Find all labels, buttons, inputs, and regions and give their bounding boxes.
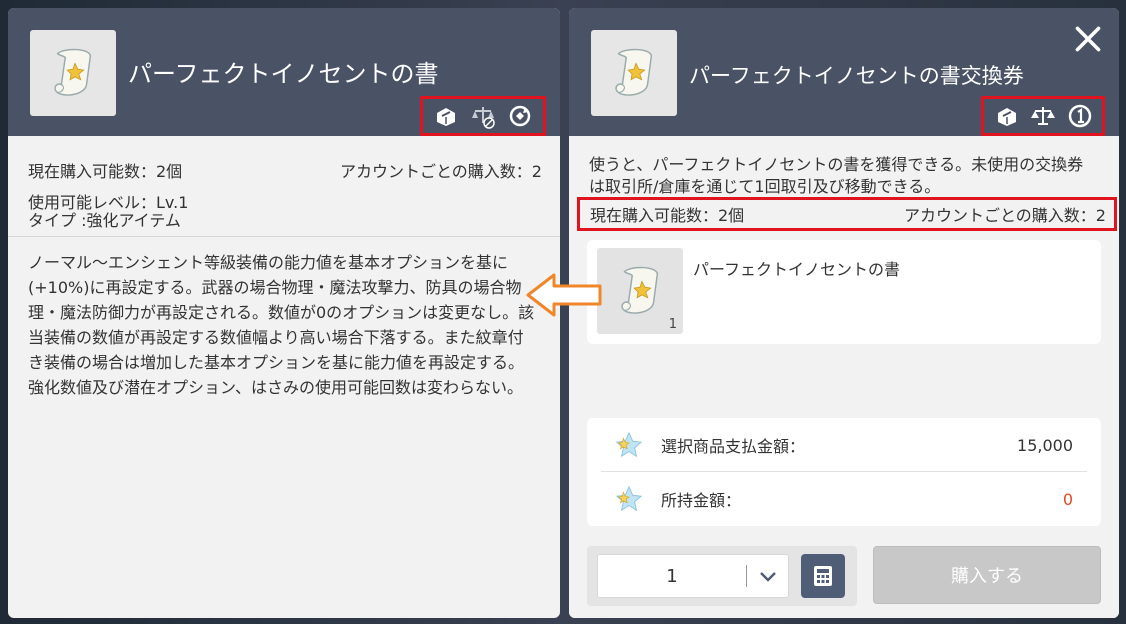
item-title: パーフェクトイノセントの書 [128, 60, 439, 88]
tooltip-header: パーフェクトイノセントの書 [8, 8, 560, 136]
exchange-icon [432, 102, 460, 130]
price-summary: 選択商品支払金額： 15,000 所持金額： 0 [587, 418, 1101, 526]
calculator-button[interactable] [801, 554, 845, 598]
quantity-dropdown[interactable] [747, 566, 788, 586]
buy-button[interactable]: 購入する [873, 546, 1101, 604]
purchasable-count: 現在購入可能数：2個 [28, 162, 183, 181]
item-description: ノーマル～エンシェント等級装備の能力値を基本オプションを基に(+10%)に再設定… [28, 253, 535, 397]
item-title: パーフェクトイノセントの書交換券 [689, 64, 1024, 88]
scroll-icon [621, 266, 659, 314]
close-button[interactable] [1071, 22, 1105, 56]
star-currency-icon [615, 430, 645, 460]
purchase-header: パーフェクトイノセントの書交換券 [569, 8, 1119, 136]
owned-money-row: 所持金額： 0 [587, 472, 1101, 526]
selected-price-row: 選択商品支払金額： 15,000 [587, 418, 1101, 472]
shop-purchase-panel: パーフェクトイノセントの書交換券 使うと、パーフェクトイノセントの書を獲得できる… [569, 8, 1119, 618]
chevron-down-icon [759, 572, 776, 582]
exchange-icon [993, 102, 1021, 130]
selected-price-label: 選択商品支払金額： [661, 437, 806, 456]
annotation-arrow [526, 273, 602, 317]
purchase-limit-row: 現在購入可能数：2個 アカウントごとの購入数：2 [577, 197, 1117, 231]
reward-item-icon[interactable]: 1 [597, 248, 683, 334]
quantity-control: 1 [587, 546, 857, 606]
item-meta: 使用可能レベル：Lv.1 タイプ :強化アイテム [28, 194, 188, 230]
item-tooltip-panel: パーフェクトイノセントの書 現在購入可能数：2個 アカウントごとの購入数：2 使… [8, 8, 560, 618]
owned-money-value: 0 [1062, 489, 1073, 509]
item-type: タイプ :強化アイテム [28, 211, 181, 230]
item-icon [591, 30, 677, 116]
item-description: 使うと、パーフェクトイノセントの書を獲得できる。未使用の交換券は取引所/倉庫を通… [589, 155, 1084, 196]
account-purchase-count: アカウントごとの購入数：2 [339, 162, 542, 181]
quantity-select[interactable]: 1 [597, 554, 789, 598]
item-flags [420, 96, 546, 136]
owned-money-label: 所持金額： [661, 491, 742, 510]
trade-restricted-icon [469, 102, 497, 130]
reward-item-name: パーフェクトイノセントの書 [693, 260, 901, 279]
scroll-icon [54, 48, 92, 96]
usable-level: 使用可能レベル：Lv.1 [28, 193, 189, 212]
account-purchase-count: アカウントごとの購入数：2 [903, 206, 1106, 225]
purchase-limit-row: 現在購入可能数：2個 アカウントごとの購入数：2 [28, 158, 542, 182]
calculator-icon [814, 566, 832, 586]
trade-icon [1029, 102, 1057, 130]
item-flags [981, 96, 1105, 136]
reward-count: 1 [668, 317, 677, 332]
selected-price-value: 15,000 [1017, 435, 1073, 455]
quantity-value: 1 [666, 565, 678, 587]
reset-icon [506, 102, 534, 130]
star-currency-icon [615, 484, 645, 514]
purchase-footer: 1 購入する [569, 536, 1119, 618]
reward-item-card: 1 パーフェクトイノセントの書 [587, 240, 1101, 344]
scroll-icon [615, 48, 653, 96]
divider [8, 236, 560, 237]
purchasable-count: 現在購入可能数：2個 [590, 206, 745, 225]
item-icon [30, 30, 116, 116]
one-time-icon [1066, 102, 1094, 130]
close-icon [1075, 26, 1101, 52]
